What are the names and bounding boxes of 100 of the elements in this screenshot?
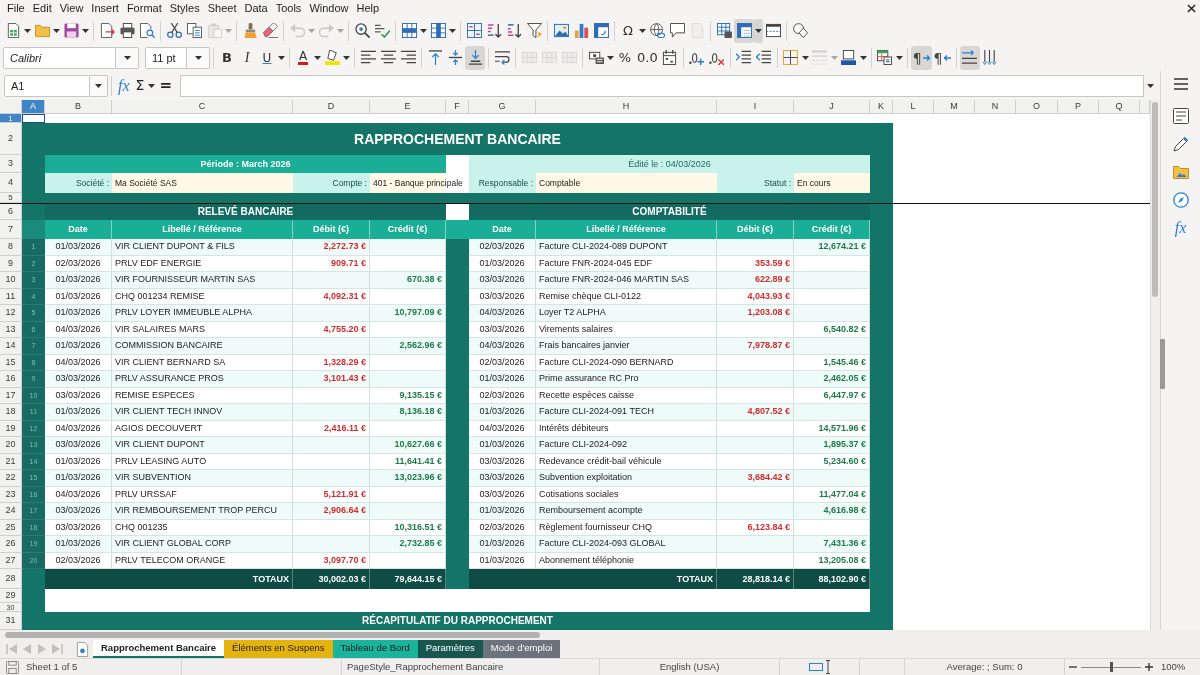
column-header[interactable]: J bbox=[794, 100, 870, 114]
table-cell: Facture CLI-2024-093 GLOBAL bbox=[536, 536, 717, 552]
menu-item[interactable]: Format bbox=[122, 1, 166, 16]
row-header[interactable]: 5 bbox=[0, 193, 22, 203]
sheet-tab[interactable]: Paramètres bbox=[417, 640, 483, 658]
column-header[interactable]: Q bbox=[1099, 100, 1140, 114]
row-header[interactable]: 10 bbox=[0, 272, 22, 289]
right-to-left-button[interactable]: ¶ bbox=[931, 45, 953, 70]
caret-icon bbox=[314, 55, 321, 60]
table-cell: Frais bancaires janvier bbox=[536, 338, 717, 354]
add-sheet-icon[interactable] bbox=[76, 641, 89, 657]
column-header[interactable]: H bbox=[536, 100, 717, 114]
column-header[interactable]: L bbox=[893, 100, 934, 114]
scissors-icon bbox=[166, 23, 182, 38]
functions-button[interactable]: fx bbox=[1165, 214, 1196, 242]
row-header[interactable]: 3 bbox=[0, 155, 22, 173]
row-header[interactable]: 16 bbox=[0, 371, 22, 388]
row-header[interactable]: 22 bbox=[0, 470, 22, 487]
table-cell: Facture CLI-2024-090 BERNARD bbox=[536, 354, 717, 370]
column-header[interactable]: I bbox=[717, 100, 794, 114]
freeze-button[interactable] bbox=[734, 18, 754, 43]
delete-decimal-icon bbox=[709, 50, 725, 65]
formula-button[interactable]: = bbox=[156, 74, 175, 97]
font-color-button[interactable]: A bbox=[293, 45, 313, 70]
row-header[interactable]: 29 bbox=[0, 589, 22, 603]
italic-button[interactable]: I bbox=[237, 45, 257, 70]
menu-item[interactable]: View bbox=[55, 1, 88, 16]
row-header[interactable]: 14 bbox=[0, 338, 22, 355]
zoom-percent[interactable]: 100% bbox=[1161, 659, 1186, 675]
close-icon[interactable] bbox=[1187, 4, 1196, 13]
dropdown-button[interactable] bbox=[116, 46, 139, 69]
row-header[interactable]: 26 bbox=[0, 536, 22, 553]
plus-icon[interactable] bbox=[1145, 663, 1153, 671]
menu-item[interactable]: Window bbox=[305, 1, 353, 16]
special-character-button[interactable]: Ω bbox=[618, 18, 638, 43]
name-box[interactable]: A1 bbox=[4, 74, 90, 97]
table-cell: 4,616.98 € bbox=[794, 503, 870, 519]
caret-icon bbox=[420, 28, 427, 33]
percent-button[interactable]: % bbox=[615, 45, 635, 70]
menu-item[interactable]: Data bbox=[240, 1, 272, 16]
menu-item[interactable]: Insert bbox=[87, 1, 123, 16]
slider-thumb[interactable] bbox=[1110, 662, 1113, 672]
bold-button[interactable]: B bbox=[217, 45, 237, 70]
table-cell: 02/03/2026 bbox=[469, 354, 536, 370]
column-header[interactable]: B bbox=[45, 100, 112, 114]
menu-item[interactable]: Sheet bbox=[203, 1, 241, 16]
formula-input[interactable] bbox=[180, 74, 1144, 97]
dropdown-button[interactable] bbox=[90, 74, 108, 97]
column-header[interactable]: G bbox=[469, 100, 536, 114]
column-header[interactable]: P bbox=[1058, 100, 1099, 114]
highlighter-icon bbox=[324, 50, 340, 65]
column-header[interactable]: O bbox=[1016, 100, 1058, 114]
scrollbar-thumb[interactable] bbox=[1152, 102, 1158, 297]
column-header[interactable]: C bbox=[112, 100, 293, 114]
row-header[interactable]: 18 bbox=[0, 404, 22, 421]
column-header[interactable]: F bbox=[446, 100, 469, 114]
table-cell: Redevance crédit-bail véhicule bbox=[536, 453, 717, 469]
column-header[interactable]: D bbox=[293, 100, 370, 114]
underline-button[interactable]: U bbox=[257, 45, 277, 70]
dropdown-button[interactable] bbox=[187, 46, 210, 69]
caret-icon bbox=[449, 28, 456, 33]
sheet-tab[interactable]: Éléments en Suspens bbox=[224, 640, 333, 658]
table-cell: Subvention exploitation bbox=[536, 470, 717, 486]
column-header[interactable]: N bbox=[975, 100, 1016, 114]
text-left-right-button[interactable] bbox=[959, 45, 980, 70]
column-header[interactable]: A bbox=[22, 100, 45, 114]
column-header[interactable]: E bbox=[370, 100, 446, 114]
font-name-field[interactable]: Calibri bbox=[3, 46, 116, 69]
menu-item[interactable]: Styles bbox=[165, 1, 204, 16]
font-size-field[interactable]: 11 pt bbox=[145, 46, 187, 69]
menu-item[interactable]: Edit bbox=[28, 1, 56, 16]
scrollbar-thumb[interactable] bbox=[5, 632, 540, 638]
align-bottom-button[interactable] bbox=[465, 45, 485, 70]
column-header[interactable]: K bbox=[870, 100, 893, 114]
row-header[interactable]: 8 bbox=[0, 239, 22, 256]
row-header[interactable]: 2 bbox=[0, 123, 22, 155]
minus-icon[interactable] bbox=[1069, 663, 1077, 671]
row-header[interactable]: 24 bbox=[0, 503, 22, 520]
row-header[interactable]: 12 bbox=[0, 305, 22, 322]
sheet-tab[interactable]: Rapprochement Bancaire bbox=[93, 640, 225, 658]
sidebar-handle[interactable] bbox=[1160, 339, 1165, 389]
menu-item[interactable]: Tools bbox=[271, 1, 306, 16]
row-header[interactable]: 20 bbox=[0, 437, 22, 454]
row-header[interactable]: 7 bbox=[0, 220, 22, 239]
dropdown-button[interactable] bbox=[754, 18, 763, 43]
sum-button[interactable]: Σ bbox=[132, 74, 148, 97]
left-to-right-button[interactable]: ¶ bbox=[910, 45, 932, 70]
funnel-icon bbox=[526, 23, 542, 38]
row-header[interactable]: 28 bbox=[0, 569, 22, 589]
function-wizard-button[interactable]: fx bbox=[115, 74, 133, 97]
sheet-tab[interactable]: Mode d'emploi bbox=[482, 640, 561, 658]
table-cell: VIR CLIENT DUPONT & FILS bbox=[112, 239, 293, 255]
row-header[interactable]: 31 bbox=[0, 612, 22, 630]
column-header[interactable]: M bbox=[934, 100, 975, 114]
sheet-tab[interactable]: Tableau de Bord bbox=[332, 640, 418, 658]
number-format-button[interactable]: 0.0 bbox=[635, 45, 660, 70]
menu-item[interactable]: Help bbox=[352, 1, 384, 16]
table-cell: Facture FNR-2024-045 EDF bbox=[536, 255, 717, 271]
row-header[interactable]: 4 bbox=[0, 173, 22, 193]
menu-item[interactable]: File bbox=[3, 1, 29, 16]
